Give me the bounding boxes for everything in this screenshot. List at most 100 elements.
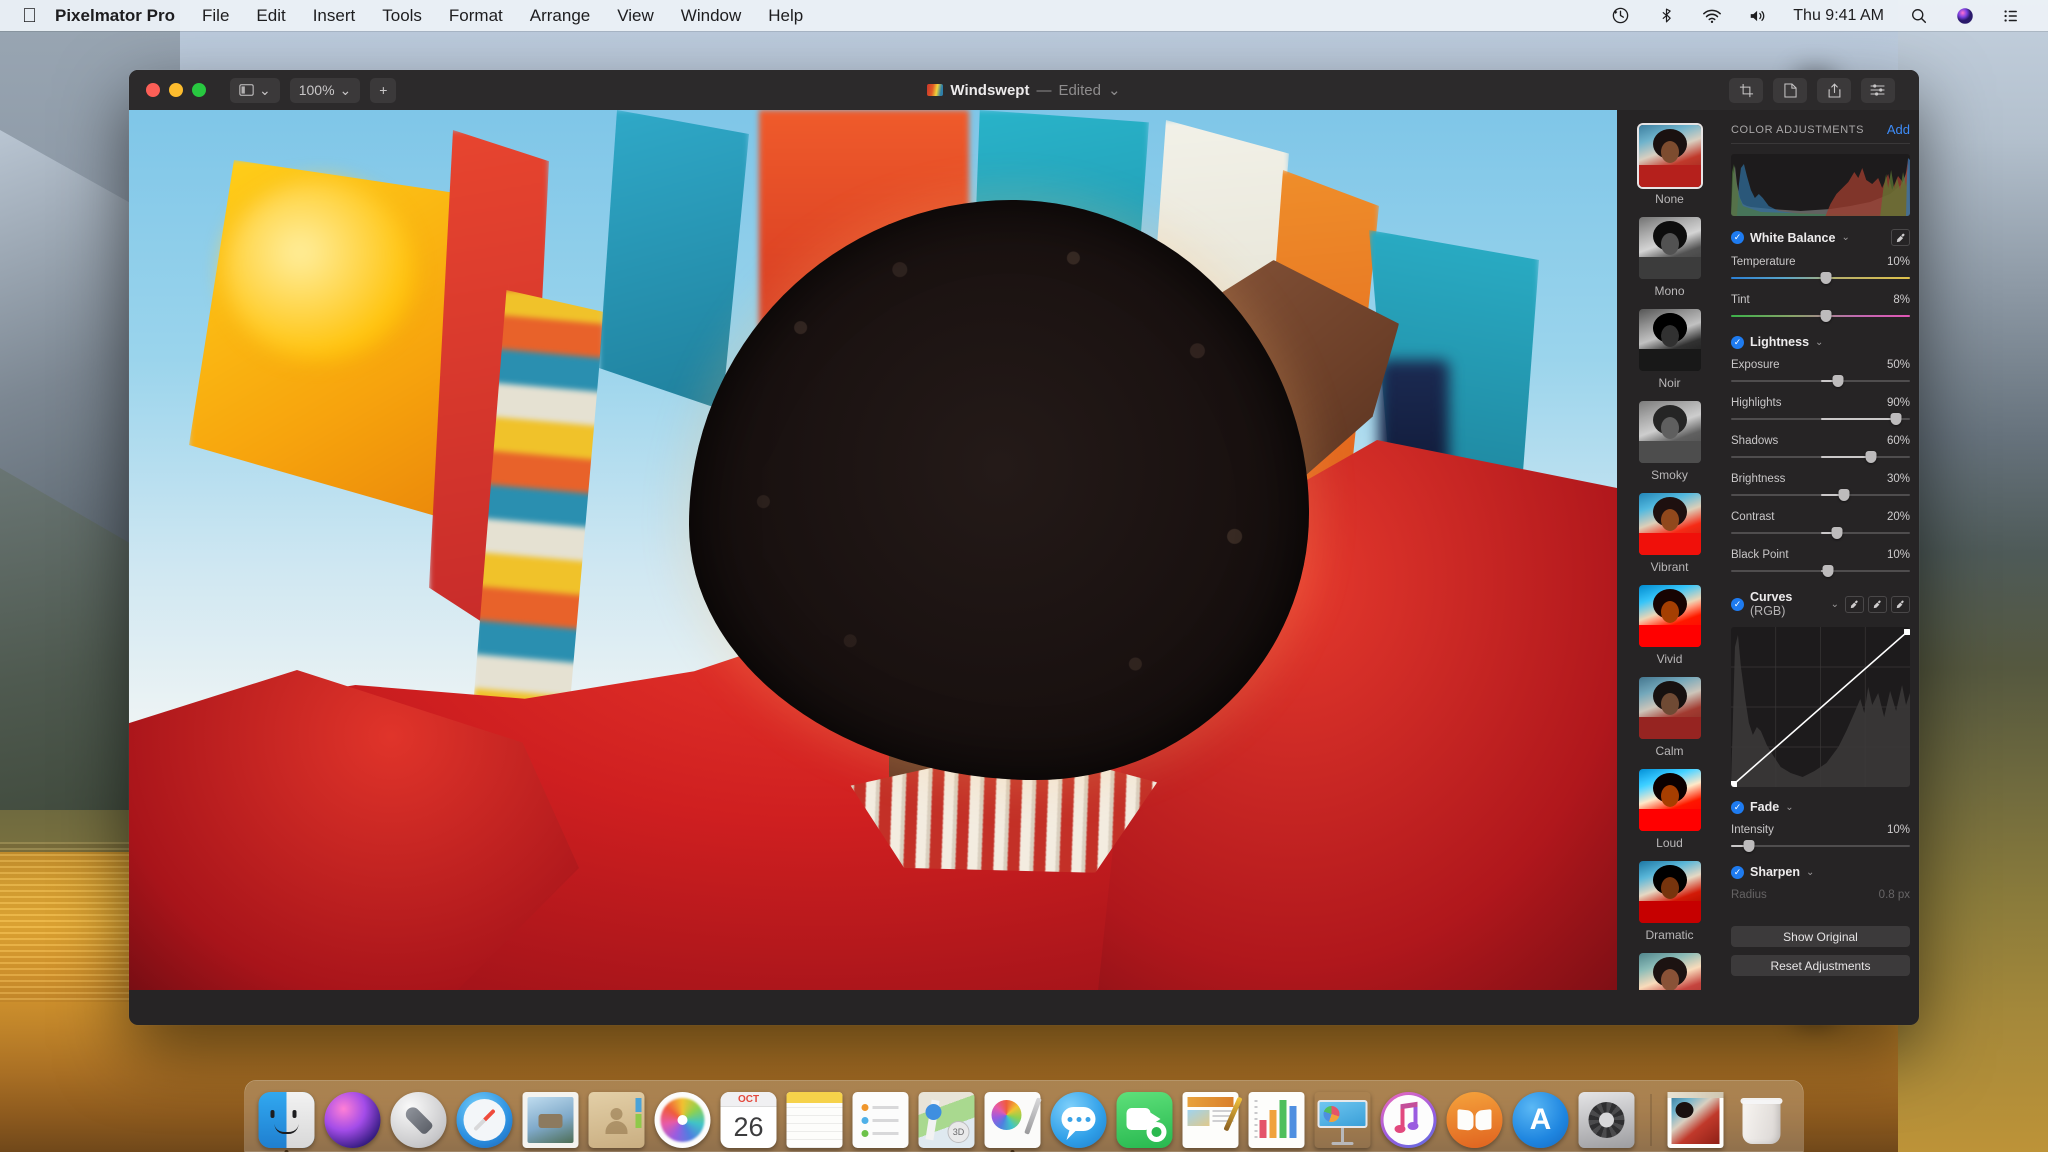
siri-icon[interactable] <box>324 1092 381 1148</box>
slider-knob[interactable] <box>1820 310 1832 322</box>
preset-smoky[interactable]: Smoky <box>1617 401 1722 482</box>
layers-sidebar-button[interactable]: ⌄ <box>230 77 280 103</box>
messages-icon[interactable] <box>1050 1092 1107 1148</box>
photos-icon[interactable] <box>654 1092 711 1148</box>
slider-knob[interactable] <box>1838 489 1850 501</box>
lightness-enabled-checkbox[interactable]: ✓ <box>1731 335 1744 349</box>
temperature-slider[interactable] <box>1731 272 1910 284</box>
facetime-icon[interactable] <box>1116 1092 1173 1148</box>
bluetooth-icon[interactable] <box>1655 5 1677 27</box>
maps-icon[interactable]: 3D <box>918 1092 975 1148</box>
app-store-icon[interactable]: A <box>1512 1092 1569 1148</box>
menu-app-name[interactable]: Pixelmator Pro <box>55 6 175 26</box>
reset-adjustments-button[interactable]: Reset Adjustments <box>1731 955 1910 976</box>
exposure-slider[interactable] <box>1731 375 1910 387</box>
launchpad-icon[interactable] <box>390 1092 447 1148</box>
chevron-down-icon[interactable]: ⌄ <box>1841 232 1849 243</box>
preset-calm[interactable]: Calm <box>1617 677 1722 758</box>
curves-enabled-checkbox[interactable]: ✓ <box>1731 597 1744 611</box>
brightness-slider[interactable] <box>1731 489 1910 501</box>
highlights-slider[interactable] <box>1731 413 1910 425</box>
add-adjustment-button[interactable]: Add <box>1887 122 1910 137</box>
system-preferences-icon[interactable] <box>1578 1092 1635 1148</box>
fade-enabled-checkbox[interactable]: ✓ <box>1731 800 1744 814</box>
crop-tool-button[interactable] <box>1729 77 1763 103</box>
presets-sidebar[interactable]: None Mono Noir Smoky Vibrant Vivid Calm <box>1617 110 1722 990</box>
close-button[interactable] <box>146 83 160 97</box>
wifi-icon[interactable] <box>1701 5 1723 27</box>
slider-knob[interactable] <box>1865 451 1877 463</box>
preset-dramatic[interactable]: Dramatic <box>1617 861 1722 942</box>
ibooks-icon[interactable] <box>1446 1092 1503 1148</box>
black-point-slider[interactable] <box>1731 565 1910 577</box>
black-point-eyedropper-icon[interactable] <box>1845 595 1864 613</box>
pixelmator-pro-icon[interactable] <box>984 1092 1042 1152</box>
preset-vivid[interactable]: Vivid <box>1617 585 1722 666</box>
document-name[interactable]: Windswept <box>950 82 1029 99</box>
menu-item-insert[interactable]: Insert <box>313 6 356 26</box>
add-button[interactable]: + <box>370 77 397 103</box>
menu-item-tools[interactable]: Tools <box>382 6 422 26</box>
contrast-slider[interactable] <box>1731 527 1910 539</box>
white-point-eyedropper-icon[interactable] <box>1891 595 1910 613</box>
keynote-icon[interactable] <box>1315 1092 1371 1148</box>
finder-icon[interactable] <box>258 1092 315 1152</box>
gray-point-eyedropper-icon[interactable] <box>1868 595 1887 613</box>
search-icon[interactable] <box>1908 5 1930 27</box>
chevron-down-icon[interactable]: ⌄ <box>1785 802 1793 813</box>
menu-item-arrange[interactable]: Arrange <box>530 6 590 26</box>
itunes-icon[interactable] <box>1380 1092 1437 1148</box>
menu-item-view[interactable]: View <box>617 6 654 26</box>
notes-icon[interactable] <box>786 1092 843 1148</box>
slider-knob[interactable] <box>1822 565 1834 577</box>
white-balance-enabled-checkbox[interactable]: ✓ <box>1731 231 1744 244</box>
control-center-icon[interactable] <box>2000 5 2022 27</box>
menu-bar-clock[interactable]: Thu 9:41 AM <box>1793 7 1884 25</box>
slider-knob[interactable] <box>1890 413 1902 425</box>
intensity-slider[interactable] <box>1731 840 1910 852</box>
preset-noir[interactable]: Noir <box>1617 309 1722 390</box>
calendar-icon[interactable]: OCT 26 <box>720 1092 777 1148</box>
apple-logo-icon[interactable]:  <box>22 6 37 26</box>
menu-item-file[interactable]: File <box>202 6 229 26</box>
siri-icon[interactable] <box>1954 5 1976 27</box>
sharpen-enabled-checkbox[interactable]: ✓ <box>1731 865 1744 879</box>
share-button[interactable] <box>1817 77 1851 103</box>
time-machine-icon[interactable] <box>1609 5 1631 27</box>
downloads-stack-icon[interactable] <box>1667 1092 1724 1148</box>
zoom-level-button[interactable]: 100% ⌄ <box>289 77 361 103</box>
zoom-button[interactable] <box>192 83 206 97</box>
image-canvas[interactable] <box>129 110 1617 990</box>
shadows-slider[interactable] <box>1731 451 1910 463</box>
minimize-button[interactable] <box>169 83 183 97</box>
chevron-down-icon[interactable]: ⌄ <box>1108 81 1121 99</box>
chevron-down-icon[interactable]: ⌄ <box>1806 867 1814 878</box>
slider-knob[interactable] <box>1820 272 1832 284</box>
preset-none[interactable]: None <box>1617 125 1722 206</box>
preset-loud[interactable]: Loud <box>1617 769 1722 850</box>
chevron-down-icon[interactable]: ⌄ <box>1815 337 1823 348</box>
adjustments-button[interactable] <box>1861 77 1895 103</box>
document-edited-status[interactable]: Edited <box>1058 82 1101 99</box>
show-original-button[interactable]: Show Original <box>1731 926 1910 947</box>
tint-slider[interactable] <box>1731 310 1910 322</box>
pages-icon[interactable] <box>1182 1092 1243 1148</box>
preset-vibrant[interactable]: Vibrant <box>1617 493 1722 574</box>
menu-item-format[interactable]: Format <box>449 6 503 26</box>
contacts-icon[interactable] <box>588 1092 645 1148</box>
safari-icon[interactable] <box>456 1092 513 1148</box>
menu-item-window[interactable]: Window <box>681 6 741 26</box>
numbers-icon[interactable] <box>1248 1092 1305 1148</box>
menu-item-help[interactable]: Help <box>768 6 803 26</box>
menu-item-edit[interactable]: Edit <box>256 6 285 26</box>
reminders-icon[interactable] <box>852 1092 909 1148</box>
volume-icon[interactable] <box>1747 5 1769 27</box>
slider-knob[interactable] <box>1831 527 1843 539</box>
mail-icon[interactable] <box>522 1092 579 1148</box>
eyedropper-icon[interactable] <box>1891 229 1910 246</box>
new-document-button[interactable] <box>1773 77 1807 103</box>
slider-knob[interactable] <box>1832 375 1844 387</box>
preset-mono[interactable]: Mono <box>1617 217 1722 298</box>
trash-icon[interactable] <box>1734 1092 1790 1148</box>
preset-rosy[interactable]: Rosy <box>1617 953 1722 990</box>
